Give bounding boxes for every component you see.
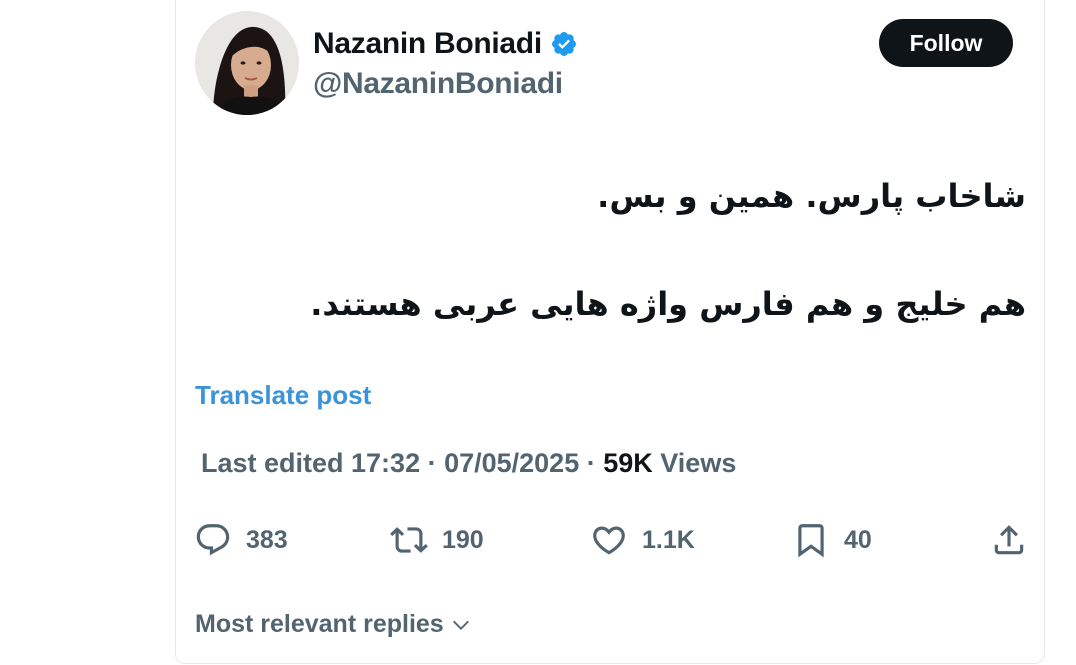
repost-button[interactable]: 190	[390, 518, 484, 562]
avatar-photo-icon	[195, 11, 299, 115]
like-button[interactable]: 1.1K	[590, 518, 695, 562]
action-bar: 383 190 1.1K 40	[194, 518, 1030, 562]
author-name[interactable]: Nazanin Boniadi	[313, 27, 542, 61]
like-count: 1.1K	[642, 525, 695, 554]
tweet-text-line: شاخاب پارس. همین و بس.	[597, 177, 1026, 215]
author-handle[interactable]: @NazaninBoniadi	[313, 67, 563, 101]
bookmark-count: 40	[844, 525, 872, 554]
replies-sort-dropdown[interactable]: Most relevant replies	[195, 610, 472, 639]
share-button[interactable]	[990, 518, 1028, 562]
follow-button[interactable]: Follow	[879, 19, 1013, 67]
views-label: Views	[660, 448, 737, 478]
reply-icon	[196, 524, 230, 556]
replies-sort-label: Most relevant replies	[195, 610, 444, 638]
tweet-meta: Last edited 17:32 · 07/05/2025 · 59K Vie…	[201, 448, 736, 479]
verified-badge-icon[interactable]	[550, 30, 578, 58]
views-count: 59K	[603, 448, 653, 478]
tweet-text-line: هم خلیج و هم فارس واژه هایی عربی هستند.	[310, 285, 1026, 323]
translate-post-link[interactable]: Translate post	[195, 380, 371, 411]
bookmark-icon	[798, 524, 824, 558]
repost-icon	[390, 527, 428, 553]
share-icon	[994, 525, 1024, 555]
avatar[interactable]	[195, 11, 299, 115]
tweet-text: شاخاب پارس. همین و بس. هم خلیج و هم فارس…	[206, 168, 1026, 332]
bookmark-button[interactable]: 40	[792, 518, 872, 562]
edited-timestamp[interactable]: Last edited 17:32 · 07/05/2025 ·	[201, 448, 596, 478]
tweet-card: Nazanin Boniadi @NazaninBoniadi Follow ش…	[175, 0, 1045, 664]
repost-count: 190	[442, 525, 484, 554]
reply-count: 383	[246, 525, 288, 554]
author-name-row: Nazanin Boniadi	[313, 24, 578, 64]
chevron-down-icon	[452, 620, 469, 630]
reply-button[interactable]: 383	[194, 518, 288, 562]
heart-icon	[593, 526, 625, 555]
